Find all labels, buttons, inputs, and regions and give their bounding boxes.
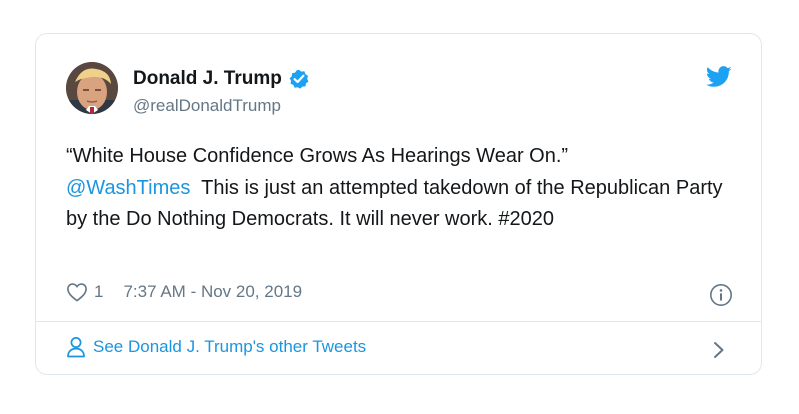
author-handle[interactable]: @realDonaldTrump [133, 96, 281, 116]
see-other-tweets-link[interactable]: See Donald J. Trump's other Tweets [66, 336, 366, 358]
hashtag-link[interactable]: #2020 [498, 208, 554, 230]
person-icon [66, 336, 86, 358]
tweet-meta: 1 7:37 AM - Nov 20, 2019 [66, 282, 302, 302]
author-name-row[interactable]: Donald J. Trump [133, 68, 309, 90]
like-count[interactable]: 1 [94, 282, 103, 302]
see-other-tweets-label[interactable]: See Donald J. Trump's other Tweets [93, 337, 366, 357]
mention-link[interactable]: @WashTimes [66, 177, 190, 199]
tweet-quote: “White House Confidence Grows As Hearing… [66, 145, 569, 167]
chevron-right-icon[interactable] [712, 340, 726, 360]
tweet-timestamp[interactable]: 7:37 AM - Nov 20, 2019 [123, 282, 302, 302]
tweet-card[interactable]: Donald J. Trump @realDonaldTrump “White … [35, 33, 762, 375]
heart-icon[interactable] [66, 282, 88, 302]
author-name[interactable]: Donald J. Trump [133, 68, 282, 90]
divider [36, 321, 761, 322]
info-icon[interactable] [709, 283, 733, 307]
tweet-text: “White House Confidence Grows As Hearing… [66, 141, 726, 236]
profile-photo [66, 62, 118, 114]
twitter-bird-icon[interactable] [706, 66, 732, 88]
avatar[interactable] [66, 62, 118, 114]
verified-badge-icon [289, 69, 309, 89]
